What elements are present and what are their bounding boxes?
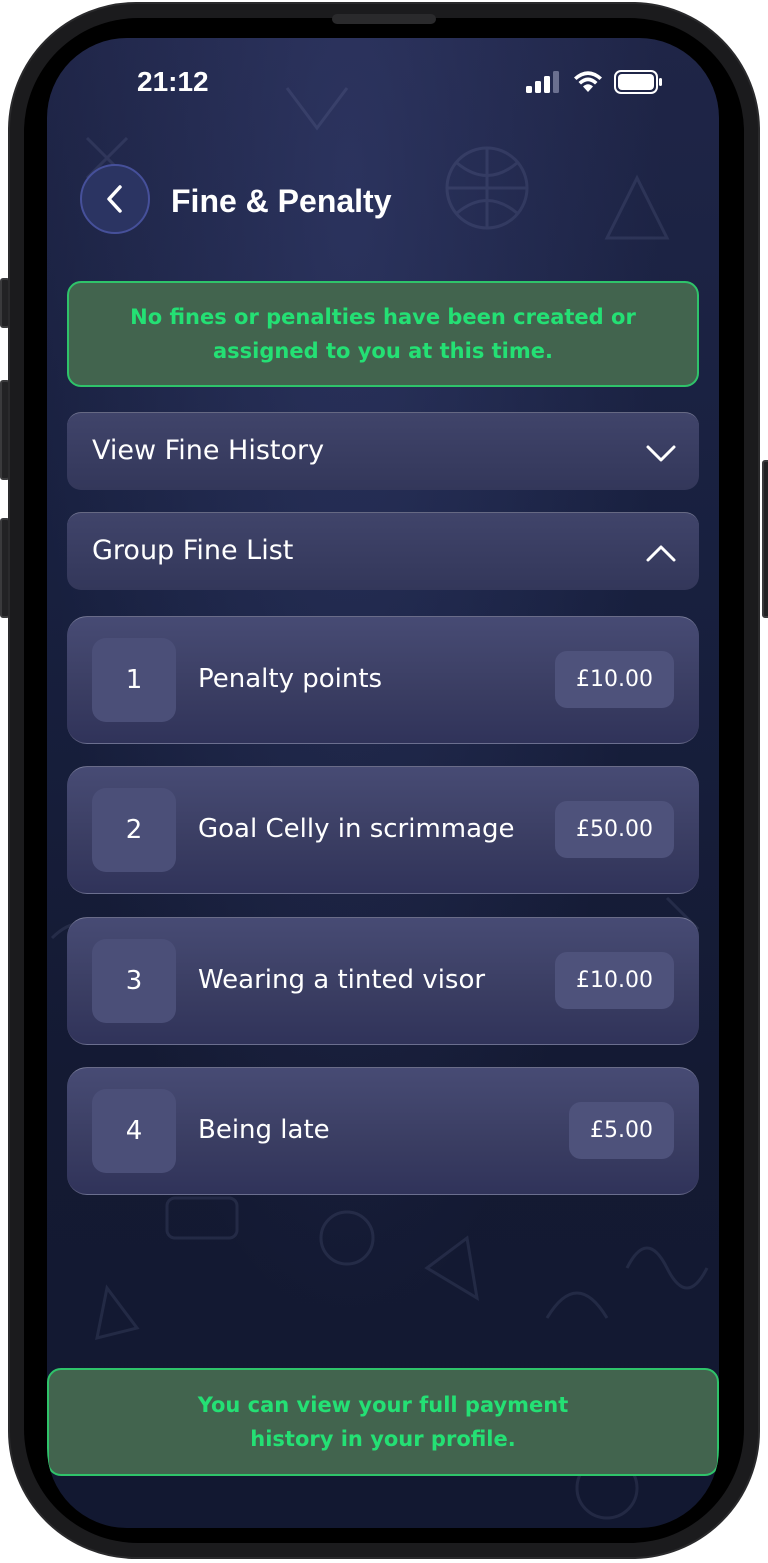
no-fines-notice-text: No fines or penalties have been created …: [130, 305, 636, 363]
accordion-label: Group Fine List: [92, 535, 294, 566]
fine-amount: £10.00: [555, 651, 674, 708]
fine-name: Penalty points: [198, 664, 383, 694]
fine-index: 1: [92, 638, 176, 722]
page-title: Fine & Penalty: [171, 183, 392, 219]
fine-name: Goal Celly in scrimmage: [198, 814, 515, 844]
fine-list-item[interactable]: 2 Goal Celly in scrimmage £50.00: [67, 766, 699, 894]
status-time: 21:12: [137, 66, 209, 97]
fine-amount: £5.00: [569, 1102, 674, 1159]
chevron-up-icon: [646, 545, 676, 562]
chevron-left-icon: [107, 185, 122, 213]
fine-name: Being late: [198, 1115, 330, 1145]
fine-index: 2: [92, 788, 176, 872]
fine-list-item[interactable]: 1 Penalty points £10.00: [67, 616, 699, 744]
status-icons: [526, 70, 664, 94]
payment-history-notice: You can view your full payment history i…: [47, 1368, 719, 1476]
fine-index: 4: [92, 1089, 176, 1173]
wifi-icon: [574, 71, 602, 92]
accordion-label: View Fine History: [92, 435, 325, 466]
back-button[interactable]: [80, 164, 150, 234]
battery-icon: [614, 70, 662, 94]
fine-amount: £50.00: [555, 801, 674, 858]
fine-list-item[interactable]: 4 Being late £5.00: [67, 1067, 699, 1195]
fine-list-item[interactable]: 3 Wearing a tinted visor £10.00: [67, 917, 699, 1045]
fine-index: 3: [92, 939, 176, 1023]
fine-name: Wearing a tinted visor: [198, 965, 486, 995]
app-screen: 21:12 Fine & Penalty No fines or penalti…: [47, 38, 719, 1528]
group-fine-list-accordion[interactable]: Group Fine List: [67, 512, 699, 590]
view-fine-history-accordion[interactable]: View Fine History: [67, 412, 699, 490]
no-fines-notice: No fines or penalties have been created …: [67, 281, 699, 387]
power-button: [762, 460, 768, 618]
speaker-grille: [332, 14, 436, 24]
cellular-signal-icon: [526, 71, 559, 93]
chevron-down-icon: [646, 445, 676, 462]
payment-history-notice-text: You can view your full payment history i…: [197, 1393, 569, 1451]
fine-amount: £10.00: [555, 952, 674, 1009]
